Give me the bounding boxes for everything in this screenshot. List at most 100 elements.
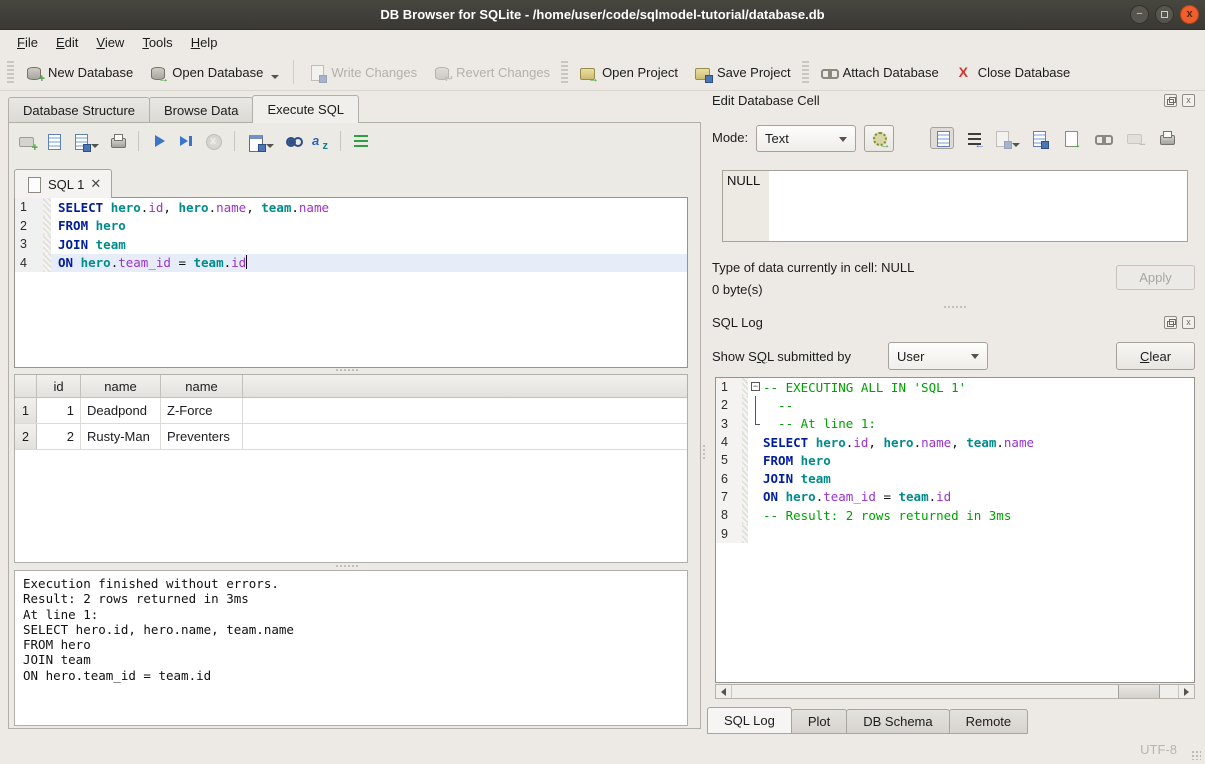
export-results-button[interactable] (247, 133, 274, 150)
execute-all-button[interactable] (151, 133, 168, 150)
table-cell[interactable]: Preventers (161, 424, 243, 449)
find-replace-button[interactable] (284, 133, 301, 150)
find-replace-icon (284, 133, 301, 150)
menubar: FileEditViewToolsHelp (0, 31, 1205, 54)
sql-editor[interactable]: 1SELECT hero.id, hero.name, team.name2FR… (14, 197, 688, 368)
write-changes-button: Write Changes (300, 60, 425, 85)
fold-margin (748, 506, 763, 524)
editor-results-splitter[interactable] (336, 369, 358, 371)
log-filter-select[interactable]: User (888, 342, 988, 370)
menu-view[interactable]: View (87, 33, 133, 52)
close-panel-icon[interactable]: x (1182, 316, 1195, 329)
fold-toggle-icon[interactable]: − (751, 382, 760, 391)
cell-log-splitter[interactable] (944, 306, 966, 308)
save-project-button[interactable]: Save Project (686, 60, 799, 85)
editor-line[interactable]: 4ON hero.team_id = team.id (15, 254, 687, 273)
save-data-button[interactable] (1026, 127, 1050, 149)
dock-tab-remote[interactable]: Remote (949, 709, 1029, 734)
toolbar-grip (561, 61, 568, 83)
cell-value: NULL (727, 173, 760, 188)
menu-help[interactable]: Help (182, 33, 227, 52)
table-cell[interactable]: 1 (37, 398, 81, 423)
scrollbar-track[interactable] (731, 685, 1179, 698)
export-data-button[interactable]: → (1058, 127, 1082, 149)
tab-browse-data[interactable]: Browse Data (149, 97, 253, 123)
open-database-button[interactable]: →Open Database (141, 60, 287, 85)
auto-apply-button[interactable]: → (864, 125, 894, 152)
word-wrap-cell-button[interactable]: ← (962, 127, 986, 149)
text-mode-button[interactable] (930, 127, 954, 149)
line-number: 1 (15, 198, 43, 217)
save-sql-file-button[interactable] (72, 133, 99, 150)
fold-margin (748, 433, 763, 451)
editor-line[interactable]: 2FROM hero (15, 217, 687, 236)
menu-edit[interactable]: Edit (47, 33, 87, 52)
stop-execution-icon (205, 133, 222, 150)
toolbar-button-label: Open Project (602, 65, 678, 80)
word-wrap-button[interactable] (353, 133, 370, 150)
table-cell[interactable]: Rusty-Man (81, 424, 161, 449)
sql-document-tab[interactable]: SQL 1 ✕ (14, 169, 112, 198)
row-header[interactable]: 1 (15, 398, 37, 423)
column-header-id[interactable]: id (37, 375, 81, 397)
print-cell-button[interactable] (1154, 127, 1178, 149)
tab-database-structure[interactable]: Database Structure (8, 97, 150, 123)
maximize-icon[interactable] (1155, 5, 1174, 24)
scroll-right-icon[interactable] (1179, 685, 1194, 698)
float-panel-icon[interactable] (1164, 94, 1177, 107)
dock-tab-db-schema[interactable]: DB Schema (846, 709, 949, 734)
open-project-button[interactable]: →Open Project (571, 60, 686, 85)
mode-select[interactable]: Text (756, 125, 856, 152)
table-cell[interactable]: Z-Force (161, 398, 243, 423)
table-cell[interactable]: 2 (37, 424, 81, 449)
attach-database-button[interactable]: Attach Database (812, 60, 947, 85)
results-message-splitter[interactable] (336, 565, 358, 567)
scroll-left-icon[interactable] (716, 685, 731, 698)
close-database-button[interactable]: XClose Database (947, 60, 1079, 85)
editor-line[interactable]: 3JOIN team (15, 235, 687, 254)
column-header-name[interactable]: name (81, 375, 161, 397)
editor-margin (43, 198, 51, 217)
dock-tab-sql-log[interactable]: SQL Log (707, 707, 792, 734)
results-corner[interactable] (15, 375, 37, 397)
open-external-button[interactable] (1090, 127, 1114, 149)
pane-splitter[interactable] (703, 445, 705, 459)
line-number: 7 (716, 488, 742, 506)
dock-tab-plot[interactable]: Plot (791, 709, 847, 734)
save-project-icon (694, 64, 711, 81)
scrollbar-thumb[interactable] (1118, 685, 1160, 698)
tab-execute-sql[interactable]: Execute SQL (252, 95, 359, 123)
auto-apply-icon: → (871, 130, 888, 147)
execute-current-line-icon (178, 133, 195, 150)
execute-current-line-button[interactable] (178, 133, 195, 150)
window-title: DB Browser for SQLite - /home/user/code/… (380, 7, 824, 22)
menu-tools[interactable]: Tools (133, 33, 181, 52)
minimize-icon[interactable]: − (1130, 5, 1149, 24)
editor-line[interactable]: 1SELECT hero.id, hero.name, team.name (15, 198, 687, 217)
close-tab-icon[interactable]: ✕ (90, 176, 101, 192)
column-header-name[interactable]: name (161, 375, 243, 397)
dropdown-caret-icon (1012, 143, 1020, 147)
text-mode-icon (934, 130, 951, 147)
toolbar-separator (340, 131, 341, 151)
cell-value-editor[interactable]: NULL (722, 170, 1188, 242)
menu-file[interactable]: File (8, 33, 47, 52)
titlebar[interactable]: DB Browser for SQLite - /home/user/code/… (0, 0, 1205, 30)
fold-line (755, 415, 756, 424)
resize-grip[interactable] (1191, 750, 1201, 760)
sql-log-view[interactable]: 1−-- EXECUTING ALL IN 'SQL 1'2 --3 -- At… (715, 377, 1195, 683)
print-sql-button[interactable] (109, 133, 126, 150)
new-database-button[interactable]: +New Database (17, 60, 141, 85)
close-icon[interactable]: x (1180, 5, 1199, 24)
new-sql-tab-button[interactable]: + (18, 133, 35, 150)
row-header[interactable]: 2 (15, 424, 37, 449)
open-sql-file-button[interactable] (45, 133, 62, 150)
clear-log-button[interactable]: Clear (1116, 342, 1195, 370)
table-cell[interactable]: Deadpond (81, 398, 161, 423)
table-row: 22Rusty-ManPreventers (15, 424, 687, 450)
float-panel-icon[interactable] (1164, 316, 1177, 329)
log-horizontal-scrollbar[interactable] (715, 684, 1195, 699)
format-sql-button[interactable] (311, 133, 328, 150)
set-null-icon: − (1126, 130, 1143, 147)
close-panel-icon[interactable]: x (1182, 94, 1195, 107)
